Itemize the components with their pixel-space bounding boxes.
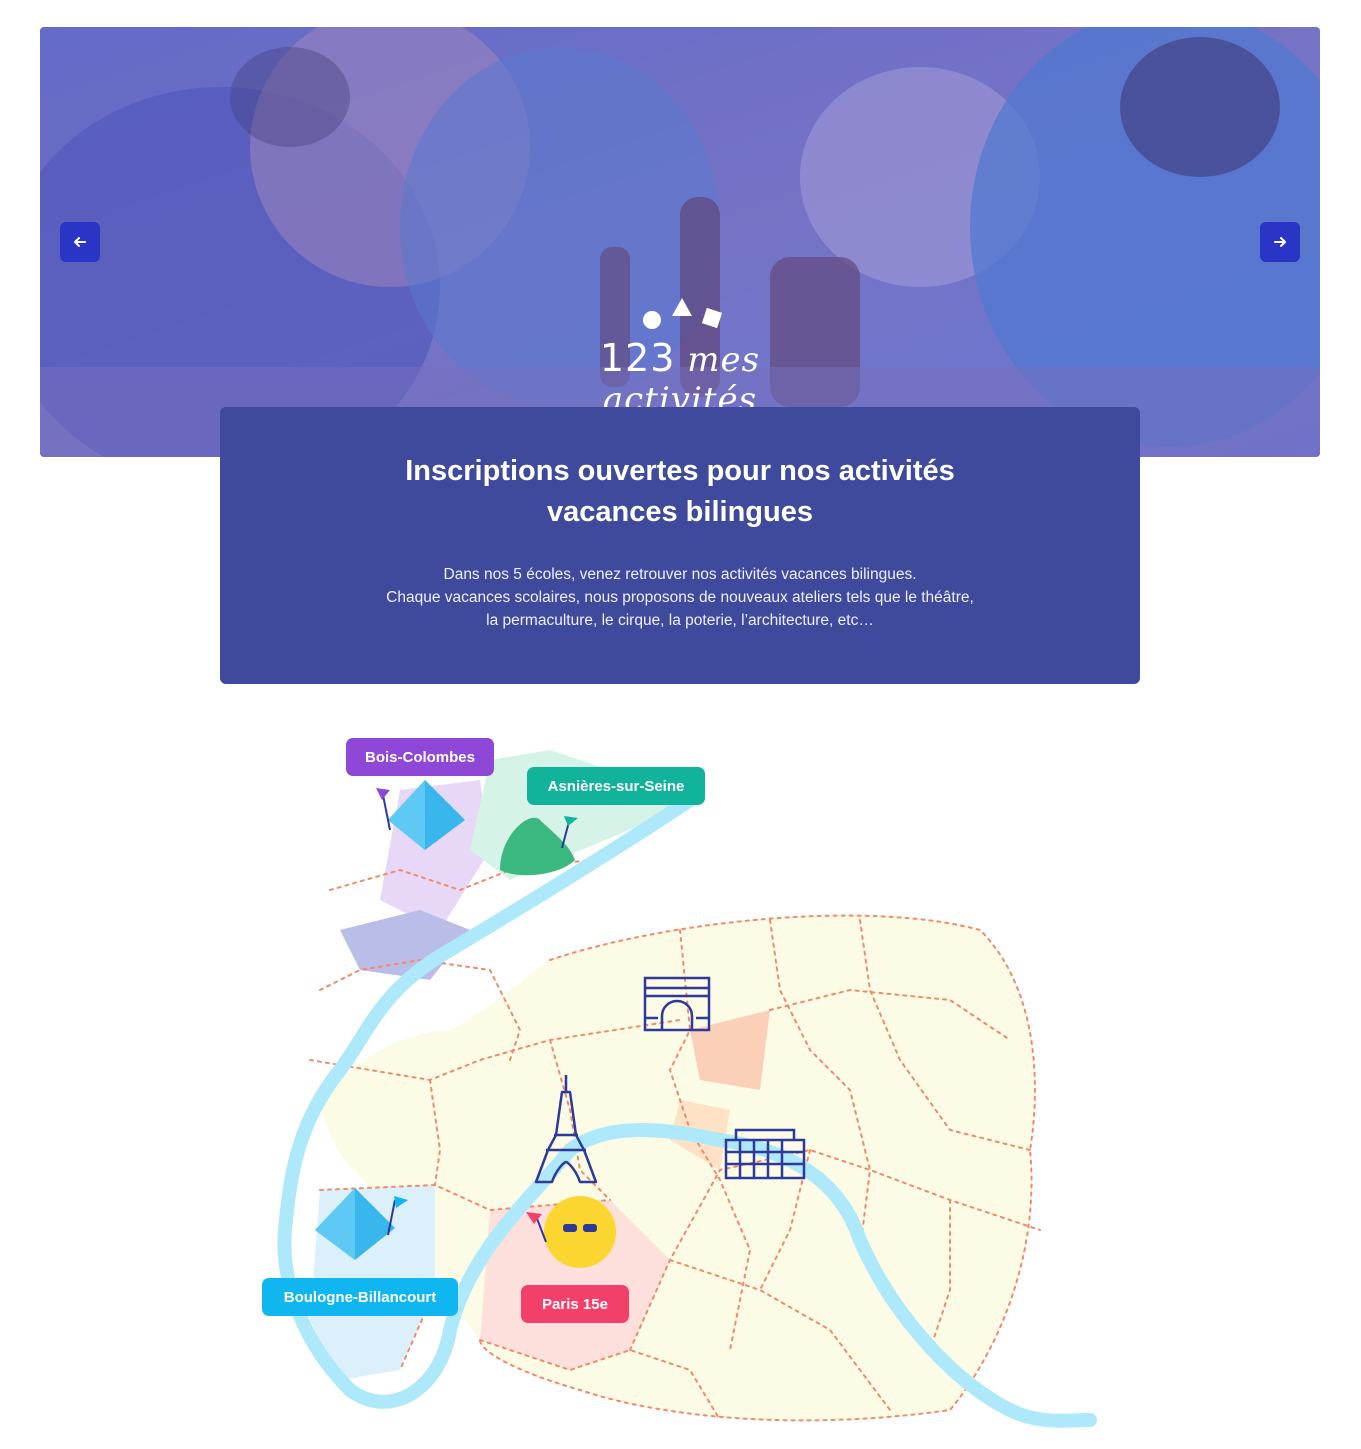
location-tag-bois-colombes[interactable]: Bois-Colombes [346,738,494,776]
announcement-card: Inscriptions ouvertes pour nos activités… [220,407,1140,684]
card-line: Dans nos 5 écoles, venez retrouver nos a… [443,566,917,583]
logo-shapes-icon [643,298,723,329]
location-tag-paris-15e[interactable]: Paris 15e [521,1285,629,1323]
card-line: Chaque vacances scolaires, nous proposon… [386,589,974,606]
arrow-right-icon [1274,237,1286,247]
schools-map [250,730,1130,1449]
activities-logo: 123 mes activités [540,296,820,420]
arrow-left-icon [74,237,86,247]
map-illustration [277,750,1097,1428]
location-tag-asnieres-sur-seine[interactable]: Asnières-sur-Seine [527,767,705,805]
carousel-next-button[interactable] [1260,222,1300,262]
carousel-prev-button[interactable] [60,222,100,262]
card-description: Dans nos 5 écoles, venez retrouver nos a… [350,563,1010,632]
location-tag-boulogne-billancourt[interactable]: Boulogne-Billancourt [262,1278,458,1316]
card-title: Inscriptions ouvertes pour nos activités… [405,455,955,528]
card-line: la permaculture, le cirque, la poterie, … [486,612,874,629]
